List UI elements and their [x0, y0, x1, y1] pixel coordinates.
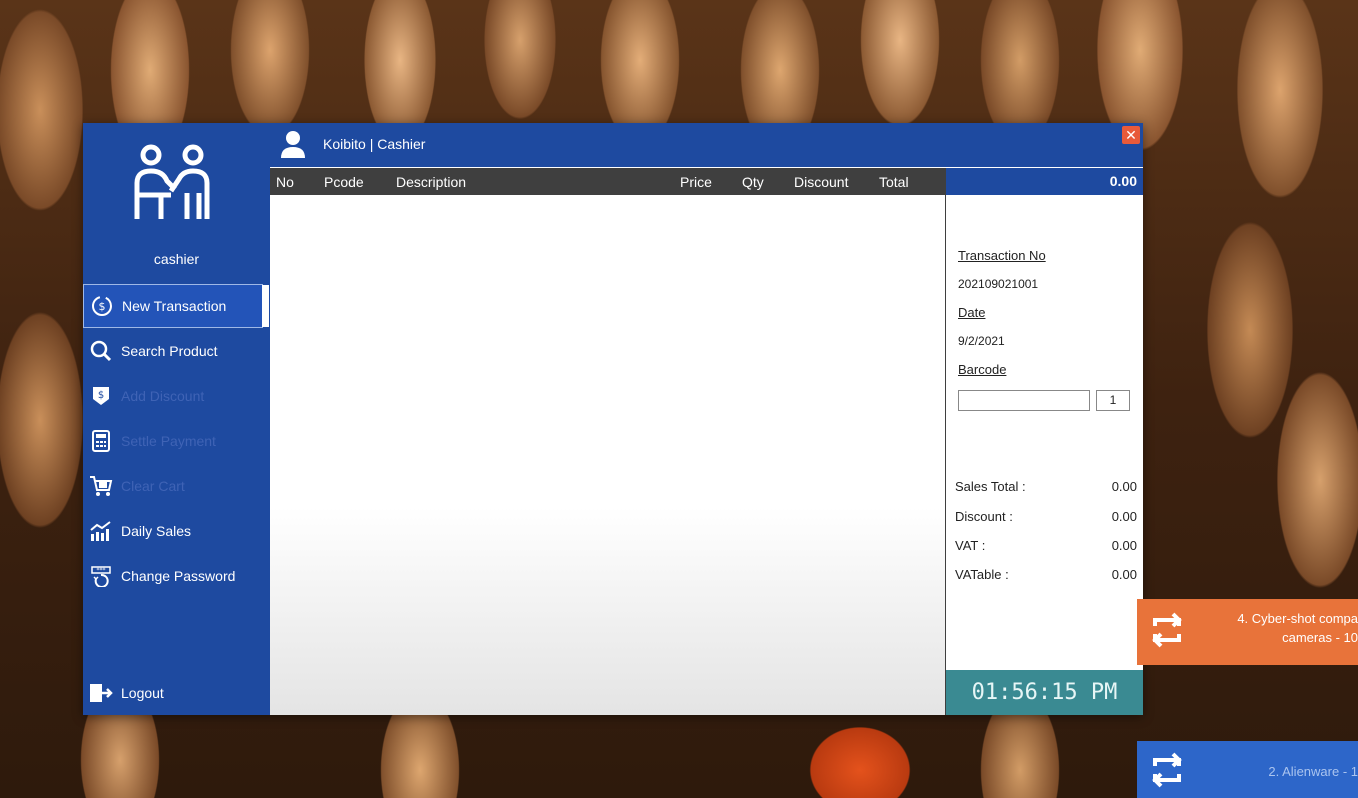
- svg-text:$: $: [99, 300, 106, 313]
- notification-line-1: 2. Alienware - 1: [1268, 764, 1358, 779]
- vatable-value: 0.00: [1111, 567, 1137, 582]
- close-icon: ✕: [1125, 127, 1137, 143]
- daily-sales-button[interactable]: Daily Sales: [83, 509, 270, 553]
- clear-cart-label: Clear Cart: [121, 478, 185, 494]
- pos-window: cashier $ New Transaction Search Product…: [83, 123, 1143, 715]
- cart-table-header: No Pcode Description Price Qty Discount …: [270, 168, 946, 195]
- date-label: Date: [958, 305, 986, 320]
- clock-display: 01:56:15 PM: [946, 670, 1143, 715]
- add-discount-label: Add Discount: [121, 388, 205, 404]
- discount-label: Discount :: [955, 509, 1013, 524]
- svg-text:***: ***: [97, 567, 106, 574]
- repeat-icon: [1152, 752, 1182, 788]
- column-header-pcode: Pcode: [324, 174, 364, 190]
- sidebar: cashier $ New Transaction Search Product…: [83, 123, 270, 715]
- vat-value: 0.00: [1111, 538, 1137, 553]
- change-password-button[interactable]: *** Change Password: [83, 554, 270, 598]
- logout-label: Logout: [121, 685, 164, 701]
- search-product-label: Search Product: [121, 343, 218, 359]
- logout-icon: [89, 681, 113, 705]
- close-button[interactable]: ✕: [1122, 126, 1140, 144]
- column-header-no: No: [276, 174, 294, 190]
- discount-row: Discount : 0.00: [955, 509, 1137, 524]
- notification-toast[interactable]: 4. Cyber-shot compa cameras - 10: [1137, 599, 1358, 665]
- logout-button[interactable]: Logout: [83, 671, 270, 715]
- quantity-input[interactable]: 1: [1096, 390, 1130, 411]
- chart-icon: [89, 519, 113, 543]
- header-bar: Koibito | Cashier ✕: [270, 123, 1143, 167]
- transaction-no-label: Transaction No: [958, 248, 1046, 263]
- date-value: 9/2/2021: [958, 334, 1005, 348]
- new-transaction-label: New Transaction: [122, 298, 227, 314]
- discount-value: 0.00: [1111, 509, 1137, 524]
- role-label: cashier: [153, 251, 200, 267]
- vat-label: VAT :: [955, 538, 986, 553]
- change-password-label: Change Password: [121, 568, 236, 584]
- grand-total-display: 0.00: [946, 168, 1143, 195]
- cashier-logo-icon: [134, 144, 210, 219]
- add-discount-button[interactable]: $ Add Discount: [83, 374, 270, 418]
- settle-payment-label: Settle Payment: [121, 433, 216, 449]
- user-icon: [281, 131, 305, 158]
- svg-text:$: $: [98, 390, 104, 401]
- new-transaction-button[interactable]: $ New Transaction: [83, 284, 269, 328]
- vat-row: VAT : 0.00: [955, 538, 1137, 553]
- search-icon: [89, 339, 113, 363]
- vatable-label: VATable :: [955, 567, 1009, 582]
- dollar-coin-icon: $: [90, 294, 114, 318]
- settle-payment-button[interactable]: Settle Payment: [83, 419, 270, 463]
- barcode-label: Barcode: [958, 362, 1007, 377]
- repeat-icon: [1152, 612, 1182, 648]
- discount-tag-icon: $: [89, 384, 113, 408]
- search-product-button[interactable]: Search Product: [83, 329, 270, 373]
- notification-line-1: 4. Cyber-shot compa: [1237, 611, 1358, 626]
- column-header-description: Description: [396, 174, 467, 190]
- notification-toast[interactable]: 2. Alienware - 1: [1137, 741, 1358, 798]
- password-reset-icon: ***: [89, 564, 113, 588]
- sales-total-row: Sales Total : 0.00: [955, 479, 1137, 494]
- current-user-label: Koibito | Cashier: [323, 136, 426, 152]
- vatable-row: VATable : 0.00: [955, 567, 1137, 582]
- calculator-icon: [89, 429, 113, 453]
- notification-line-2: cameras - 10: [1282, 630, 1358, 645]
- cart-icon: [89, 474, 113, 498]
- clear-cart-button[interactable]: Clear Cart: [83, 464, 270, 508]
- sales-total-value: 0.00: [1111, 479, 1137, 494]
- transaction-no-value: 202109021001: [958, 277, 1039, 291]
- transaction-panel: Transaction No 202109021001 Date 9/2/202…: [946, 195, 1143, 670]
- barcode-input[interactable]: [958, 390, 1090, 411]
- column-header-discount: Discount: [794, 174, 849, 190]
- column-header-total: Total: [879, 174, 909, 190]
- daily-sales-label: Daily Sales: [121, 523, 192, 539]
- sales-total-label: Sales Total :: [955, 479, 1026, 494]
- cart-table-body[interactable]: [270, 195, 946, 715]
- column-header-qty: Qty: [742, 174, 764, 190]
- column-header-price: Price: [680, 174, 712, 190]
